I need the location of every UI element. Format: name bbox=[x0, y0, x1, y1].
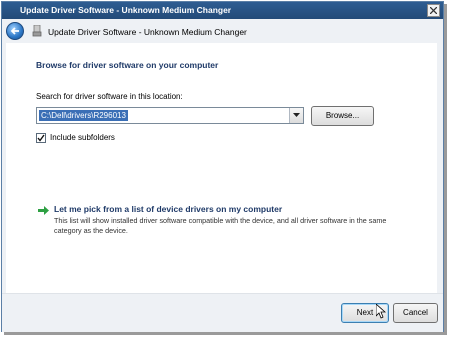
page-heading: Browse for driver software on your compu… bbox=[36, 60, 219, 70]
device-icon bbox=[32, 25, 42, 37]
update-driver-dialog: Update Driver Software - Unknown Medium … bbox=[1, 1, 444, 332]
back-arrow-icon bbox=[10, 27, 19, 35]
close-button[interactable] bbox=[427, 4, 440, 17]
include-subfolders-label[interactable]: Include subfolders bbox=[50, 133, 115, 142]
wizard-page: Browse for driver software on your compu… bbox=[6, 43, 437, 293]
close-icon bbox=[430, 7, 437, 14]
dialog-subtitle: Update Driver Software - Unknown Medium … bbox=[48, 27, 247, 37]
include-subfolders-checkbox[interactable] bbox=[36, 133, 46, 143]
driver-path-combobox[interactable]: C:\Dell\drivers\R296013 bbox=[36, 107, 304, 124]
browse-button[interactable]: Browse... bbox=[311, 106, 374, 126]
pick-from-list-link[interactable]: Let me pick from a list of device driver… bbox=[54, 204, 282, 214]
driver-path-value[interactable]: C:\Dell\drivers\R296013 bbox=[39, 110, 128, 121]
path-dropdown-button[interactable] bbox=[289, 108, 303, 123]
search-location-label: Search for driver software in this locat… bbox=[36, 92, 183, 101]
checkmark-icon bbox=[37, 134, 45, 142]
pick-from-list-description: This list will show installed driver sof… bbox=[54, 216, 387, 235]
chevron-down-icon bbox=[293, 113, 300, 117]
window-title: Update Driver Software - Unknown Medium … bbox=[20, 5, 232, 15]
cancel-button[interactable]: Cancel bbox=[393, 303, 438, 323]
mouse-cursor-icon bbox=[376, 304, 386, 319]
navigation-bar: Update Driver Software - Unknown Medium … bbox=[2, 19, 443, 43]
green-arrow-icon bbox=[38, 206, 49, 215]
title-bar[interactable]: Update Driver Software - Unknown Medium … bbox=[2, 2, 443, 19]
back-button[interactable] bbox=[6, 22, 24, 40]
